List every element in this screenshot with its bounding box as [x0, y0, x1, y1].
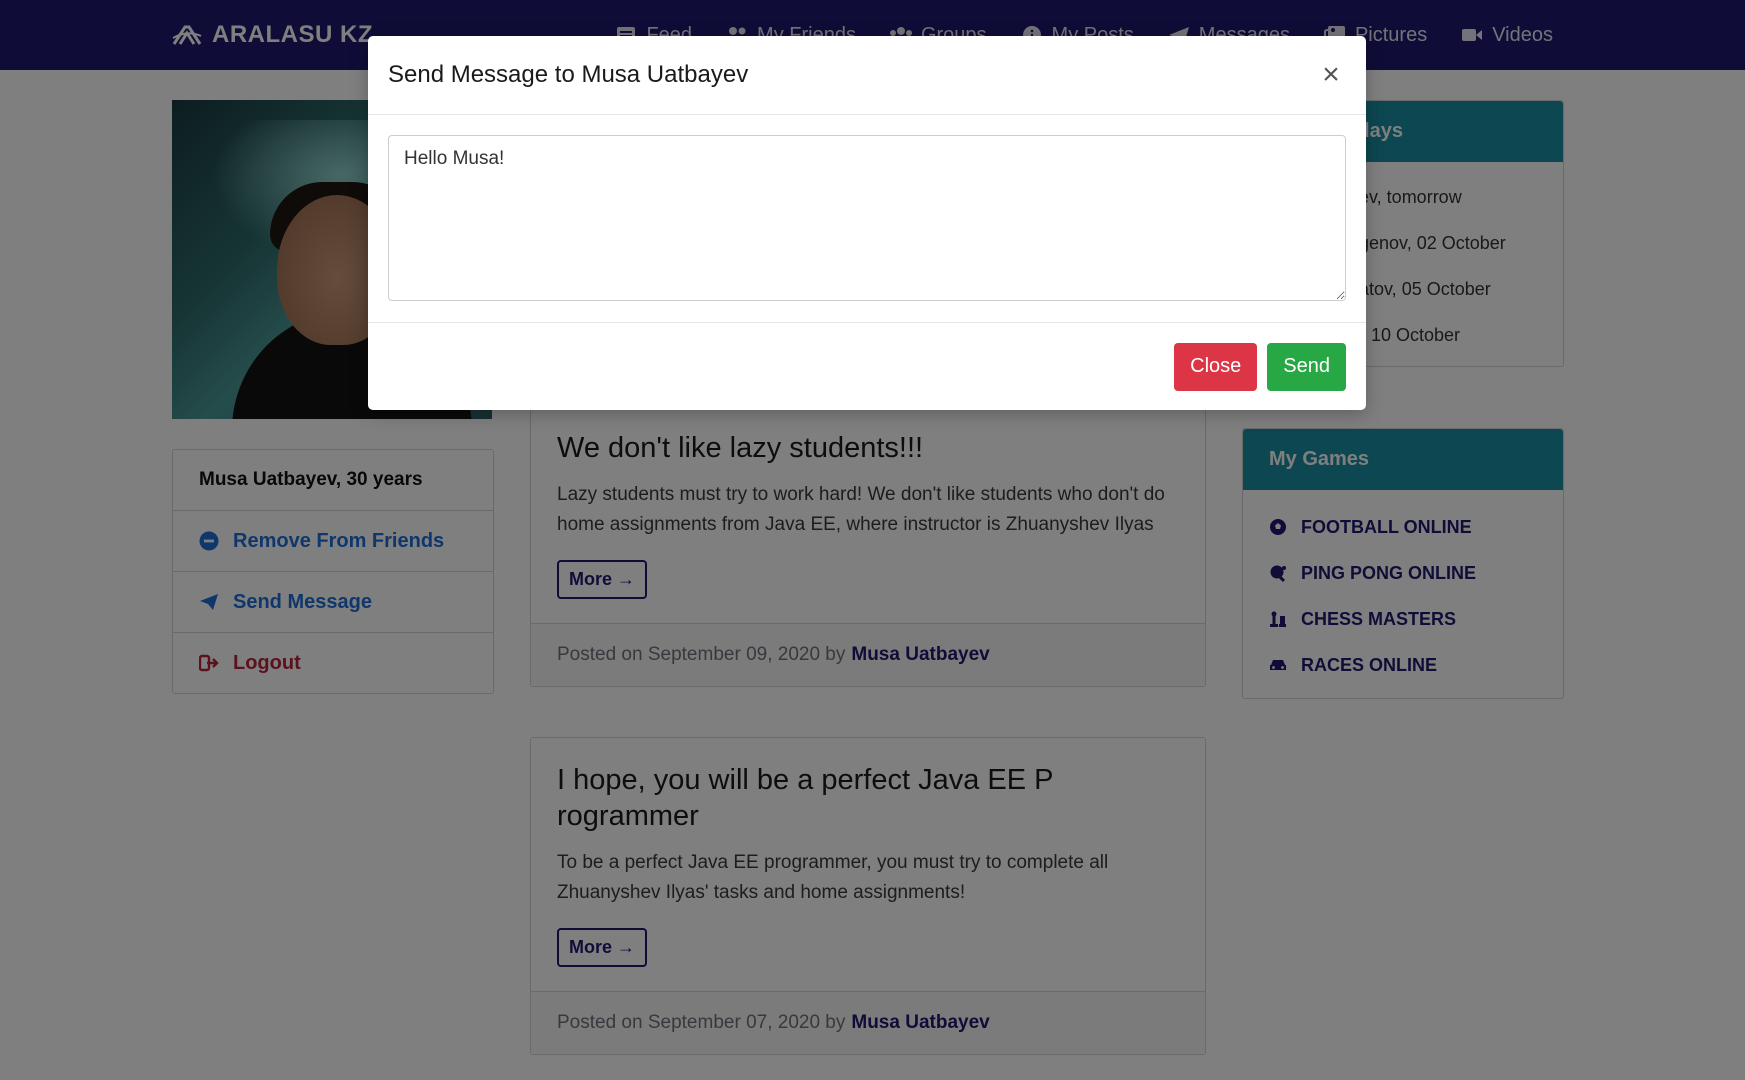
message-textarea[interactable]: Hello Musa! [388, 135, 1346, 301]
modal-footer: Close Send [368, 322, 1366, 410]
send-message-modal: Send Message to Musa Uatbayev × Hello Mu… [368, 36, 1366, 410]
close-button[interactable]: Close [1174, 342, 1258, 391]
modal-header: Send Message to Musa Uatbayev × [368, 36, 1366, 115]
send-button[interactable]: Send [1267, 342, 1346, 391]
modal-body: Hello Musa! [368, 115, 1366, 321]
modal-title: Send Message to Musa Uatbayev [388, 61, 749, 88]
close-icon[interactable]: × [1316, 60, 1346, 90]
